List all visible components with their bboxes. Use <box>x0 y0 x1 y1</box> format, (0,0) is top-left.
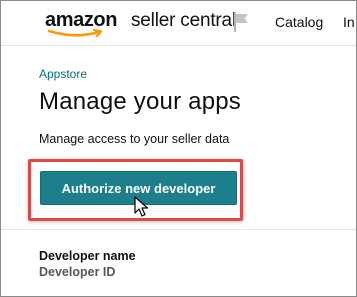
page-subtitle: Manage access to your seller data <box>39 132 230 146</box>
flag-icon[interactable] <box>233 12 251 32</box>
logo-seller-central-text: seller central <box>131 10 236 31</box>
page-title: Manage your apps <box>39 88 241 115</box>
section-divider <box>1 229 356 230</box>
developer-name-label: Developer name <box>39 249 136 263</box>
developer-id-label: Developer ID <box>39 265 116 279</box>
nav-catalog[interactable]: Catalog <box>275 14 323 30</box>
top-navigation-bar: amazon seller central Catalog In <box>1 1 356 46</box>
app-window: amazon seller central Catalog In Appstor… <box>0 0 357 297</box>
pointer-cursor-icon <box>134 196 149 217</box>
nav-inventory-partial[interactable]: In <box>343 14 355 30</box>
amazon-smile-icon <box>47 29 103 38</box>
breadcrumb-appstore[interactable]: Appstore <box>39 67 87 81</box>
